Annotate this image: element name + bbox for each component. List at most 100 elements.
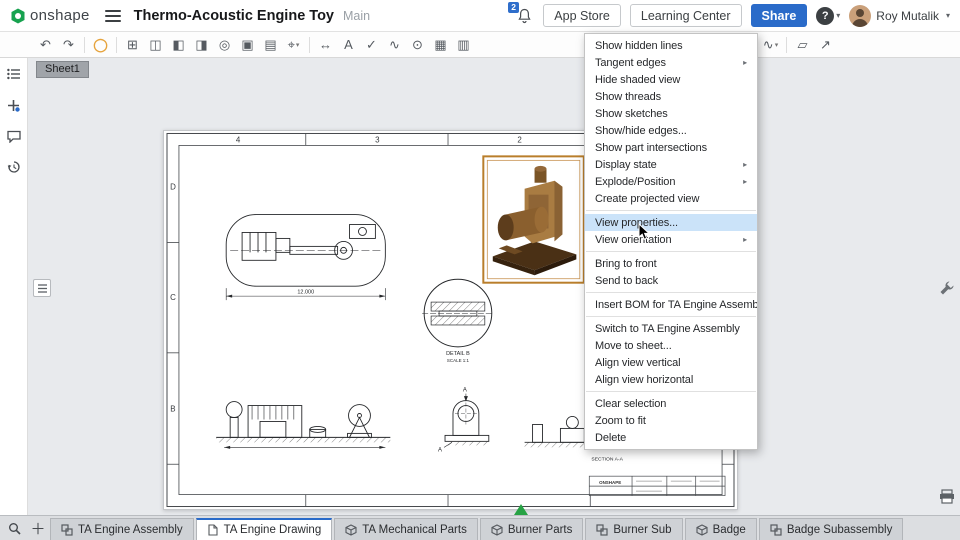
onshape-logo[interactable]: onshape bbox=[10, 7, 90, 24]
menu-divider bbox=[586, 210, 756, 211]
menu-item-display-state[interactable]: Display state ▸ bbox=[585, 156, 757, 173]
section-view-icon[interactable]: ◨ bbox=[190, 35, 213, 55]
menu-item-label: Create projected view bbox=[595, 192, 700, 205]
menu-item-explode-position[interactable]: Explode/Position ▸ bbox=[585, 173, 757, 190]
wrench-icon[interactable] bbox=[939, 280, 955, 301]
menu-item-label: Bring to front bbox=[595, 257, 657, 270]
tab-badge-subassembly[interactable]: Badge Subassembly bbox=[758, 518, 904, 540]
auxiliary-view-icon[interactable]: ◧ bbox=[167, 35, 190, 55]
menu-item-label: Show threads bbox=[595, 90, 662, 103]
menu-item-view-orientation[interactable]: View orientation ▸ bbox=[585, 231, 757, 248]
menu-divider bbox=[586, 316, 756, 317]
workspace-label[interactable]: Main bbox=[343, 9, 370, 23]
surface-finish-icon[interactable]: ✓ bbox=[360, 35, 383, 55]
zone-label: 3 bbox=[375, 135, 380, 144]
menu-item-hide-shaded-view[interactable]: Hide shaded view bbox=[585, 71, 757, 88]
toolbar-separator bbox=[309, 36, 310, 53]
menu-item-send-to-back[interactable]: Send to back bbox=[585, 272, 757, 289]
centermark-icon[interactable]: ⌖ ▾ bbox=[282, 35, 305, 55]
chevron-down-icon: ▾ bbox=[295, 41, 300, 49]
spline-tool-icon[interactable]: ∿ ▾ bbox=[759, 35, 782, 55]
dimension-icon[interactable]: ↔ bbox=[314, 35, 337, 55]
view-isometric-selected[interactable] bbox=[482, 155, 585, 284]
share-button[interactable]: Share bbox=[750, 4, 808, 27]
menu-item-delete[interactable]: Delete bbox=[585, 429, 757, 446]
table-icon[interactable]: ▦ bbox=[429, 35, 452, 55]
menu-divider bbox=[586, 292, 756, 293]
menu-item-label: Send to back bbox=[595, 274, 659, 287]
detail-view-icon[interactable]: ◎ bbox=[213, 35, 236, 55]
menu-item-insert-bom-for-ta-engine-assembly[interactable]: Insert BOM for TA Engine Assembly ... bbox=[585, 296, 757, 313]
break-view-icon[interactable]: ▤ bbox=[259, 35, 282, 55]
add-tab-button[interactable]: ＋ bbox=[26, 516, 50, 540]
tab-burner-sub[interactable]: Burner Sub bbox=[585, 518, 683, 540]
crop-view-icon[interactable]: ▣ bbox=[236, 35, 259, 55]
parts-icon bbox=[491, 523, 503, 536]
menu-item-tangent-edges[interactable]: Tangent edges ▸ bbox=[585, 54, 757, 71]
printer-icon[interactable] bbox=[939, 489, 955, 509]
sheet-properties-button[interactable] bbox=[33, 279, 51, 297]
comment-icon[interactable] bbox=[6, 128, 22, 144]
feature-list-icon[interactable] bbox=[6, 66, 22, 82]
menu-item-align-view-vertical[interactable]: Align view vertical bbox=[585, 354, 757, 371]
menu-item-label: Move to sheet... bbox=[595, 339, 672, 352]
menu-item-show-sketches[interactable]: Show sketches bbox=[585, 105, 757, 122]
menu-item-show-threads[interactable]: Show threads bbox=[585, 88, 757, 105]
undo-icon[interactable]: ↶ bbox=[34, 35, 57, 55]
menu-item-label: View orientation bbox=[595, 233, 672, 246]
tab-label: Badge bbox=[712, 523, 746, 536]
menu-item-clear-selection[interactable]: Clear selection bbox=[585, 395, 757, 412]
view-plan[interactable]: 12.000 bbox=[225, 214, 386, 301]
menu-item-create-projected-view[interactable]: Create projected view bbox=[585, 190, 757, 207]
menu-item-switch-to-ta-engine-assembly[interactable]: Switch to TA Engine Assembly bbox=[585, 320, 757, 337]
history-icon[interactable] bbox=[6, 159, 22, 175]
balloon-icon[interactable]: ⊙ bbox=[406, 35, 429, 55]
view-detail[interactable]: DETAIL B SCALE 1:1 bbox=[422, 278, 494, 363]
tab-label: Burner Parts bbox=[507, 523, 573, 536]
help-menu[interactable]: ? ▾ bbox=[816, 6, 840, 25]
tab-burner-parts[interactable]: Burner Parts bbox=[479, 518, 584, 540]
sheet-settings-icon[interactable]: ▱ bbox=[791, 35, 814, 55]
sketch-icon[interactable]: ◯ bbox=[89, 35, 112, 55]
menu-item-show-hidden-lines[interactable]: Show hidden lines bbox=[585, 37, 757, 54]
chevron-down-icon: ▾ bbox=[945, 11, 950, 20]
help-icon: ? bbox=[816, 6, 835, 25]
user-menu[interactable]: Roy Mutalik ▾ bbox=[849, 4, 950, 27]
insert-view-icon[interactable]: ⊞ bbox=[121, 35, 144, 55]
brand-text: onshape bbox=[30, 7, 90, 24]
app-store-button[interactable]: App Store bbox=[543, 4, 621, 27]
section-mark: A bbox=[463, 388, 467, 394]
menu-item-show-hide-edges[interactable]: Show/hide edges... bbox=[585, 122, 757, 139]
sheet-tab[interactable]: Sheet1 bbox=[36, 61, 89, 78]
drawing-canvas[interactable]: Sheet1 4 3 2 D C B 12.000 DETAIL B SCALE… bbox=[28, 58, 960, 515]
menu-item-align-view-horizontal[interactable]: Align view horizontal bbox=[585, 371, 757, 388]
tab-ta-engine-assembly[interactable]: TA Engine Assembly bbox=[50, 518, 194, 540]
learning-center-button[interactable]: Learning Center bbox=[629, 4, 742, 27]
tab-ta-engine-drawing[interactable]: TA Engine Drawing bbox=[195, 518, 333, 540]
menu-item-show-part-intersections[interactable]: Show part intersections bbox=[585, 139, 757, 156]
notifications-button[interactable]: 2 bbox=[508, 1, 534, 26]
menu-item-move-to-sheet[interactable]: Move to sheet... bbox=[585, 337, 757, 354]
projected-view-icon[interactable]: ◫ bbox=[144, 35, 167, 55]
hamburger-menu-icon[interactable] bbox=[104, 9, 121, 22]
tab-badge[interactable]: Badge bbox=[684, 518, 757, 540]
export-icon[interactable]: ↗ bbox=[814, 35, 837, 55]
menu-item-label: Explode/Position bbox=[595, 175, 676, 188]
view-elevation[interactable] bbox=[216, 401, 391, 449]
submenu-arrow-icon: ▸ bbox=[743, 235, 747, 244]
note-icon[interactable]: A bbox=[337, 35, 360, 55]
redo-icon[interactable]: ↷ bbox=[57, 35, 80, 55]
section-mark: A bbox=[438, 447, 442, 453]
tab-ta-mechanical-parts[interactable]: TA Mechanical Parts bbox=[334, 518, 478, 540]
insert-item-icon[interactable] bbox=[6, 97, 22, 113]
menu-item-view-properties[interactable]: View properties... bbox=[585, 214, 757, 231]
hole-table-icon[interactable]: ▥ bbox=[452, 35, 475, 55]
weld-symbol-icon[interactable]: ∿ bbox=[383, 35, 406, 55]
search-tabs-icon[interactable] bbox=[2, 516, 26, 540]
menu-item-label: Insert BOM for TA Engine Assembly ... bbox=[595, 298, 757, 311]
menu-item-bring-to-front[interactable]: Bring to front bbox=[585, 255, 757, 272]
view-side-section[interactable]: A A bbox=[438, 388, 490, 454]
user-name: Roy Mutalik bbox=[876, 8, 939, 23]
assembly-icon bbox=[61, 523, 73, 536]
menu-item-zoom-to-fit[interactable]: Zoom to fit bbox=[585, 412, 757, 429]
